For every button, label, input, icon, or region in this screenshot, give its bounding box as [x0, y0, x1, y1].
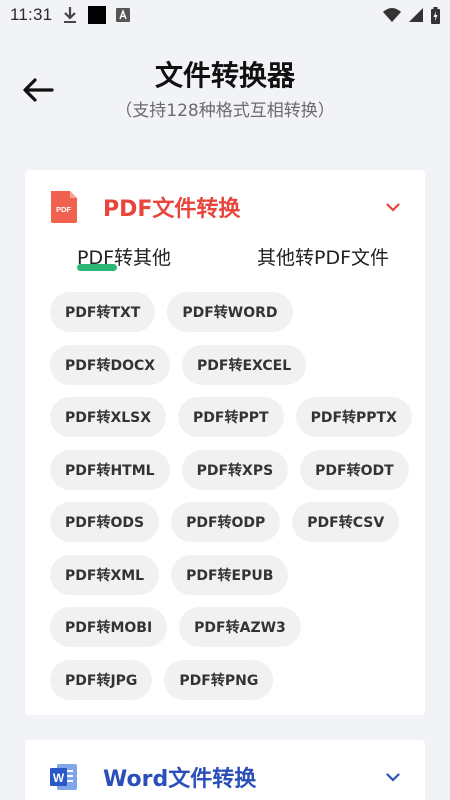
pdf-file-icon: PDF: [51, 191, 77, 223]
tab-pdf-to-other[interactable]: PDF转其他: [77, 244, 171, 284]
format-chip[interactable]: PDF转EPUB: [171, 554, 289, 595]
chip-row: PDF转XML PDF转EPUB: [50, 554, 410, 595]
word-conversion-card: W Word文件转换: [25, 740, 425, 800]
a-icon: [116, 8, 131, 22]
format-chip[interactable]: PDF转TXT: [50, 292, 156, 332]
pdf-section-title: PDF文件转换: [103, 197, 241, 222]
chip-row: PDF转DOCX PDF转EXCEL: [50, 344, 410, 385]
format-chip[interactable]: PDF转ODP: [171, 502, 281, 542]
format-chip[interactable]: PDF转XLSX: [50, 397, 167, 437]
format-chip[interactable]: PDF转WORD: [167, 292, 293, 332]
chip-row: PDF转TXT PDF转WORD: [50, 292, 410, 332]
format-chip[interactable]: PDF转DOCX: [50, 344, 171, 385]
format-chip[interactable]: PDF转XPS: [181, 449, 289, 490]
format-chip[interactable]: PDF转XML: [50, 554, 160, 595]
word-section-header[interactable]: W Word文件转换: [25, 740, 425, 800]
page-title: 文件转换器: [154, 59, 295, 92]
tab-other-to-pdf[interactable]: 其他转PDF文件: [257, 244, 389, 284]
black-square-icon: [88, 6, 107, 24]
format-chip[interactable]: PDF转PPT: [178, 397, 284, 437]
svg-text:W: W: [53, 771, 65, 785]
format-chip[interactable]: PDF转EXCEL: [182, 344, 307, 385]
chip-row: PDF转JPG PDF转PNG: [50, 659, 410, 700]
format-chip[interactable]: PDF转ODT: [300, 449, 409, 490]
header: 文件转换器 （支持128种格式互相转换）: [0, 30, 450, 140]
page-subtitle: （支持128种格式互相转换）: [115, 101, 335, 121]
format-chip[interactable]: PDF转HTML: [50, 449, 170, 490]
format-chip[interactable]: PDF转ODS: [50, 502, 160, 542]
format-chip[interactable]: PDF转PNG: [164, 659, 274, 700]
chevron-down-icon[interactable]: [383, 767, 403, 787]
chevron-down-icon[interactable]: [383, 197, 403, 217]
svg-text:PDF: PDF: [56, 205, 71, 214]
format-chip[interactable]: PDF转AZW3: [179, 607, 301, 647]
pdf-format-chips: PDF转TXT PDF转WORD PDF转DOCX PDF转EXCEL PDF转XLSX…: [50, 292, 412, 712]
chip-row: PDF转MOBI PDF转AZW3: [50, 607, 410, 647]
status-bar: 11:31: [0, 0, 450, 30]
status-left: 11:31: [10, 5, 131, 25]
battery-icon: [431, 6, 440, 24]
chip-row: PDF转HTML PDF转XPS PDF转ODT: [50, 449, 410, 490]
format-chip[interactable]: PDF转PPTX: [295, 397, 412, 437]
pdf-conversion-card: PDF PDF文件转换 PDF转其他 其他转PDF文件 PDF转TXT PDF转W…: [25, 170, 425, 715]
status-time: 11:31: [10, 5, 53, 24]
chip-row: PDF转XLSX PDF转PPT PDF转PPTX: [50, 397, 412, 437]
format-chip[interactable]: PDF转CSV: [292, 502, 400, 542]
format-chip[interactable]: PDF转JPG: [50, 659, 153, 700]
wifi-icon: [383, 7, 401, 23]
status-right: [383, 6, 440, 24]
download-icon: [62, 6, 78, 24]
word-section-title: Word文件转换: [103, 767, 257, 792]
pdf-tabs: PDF转其他 其他转PDF文件: [25, 244, 425, 284]
chip-row: PDF转ODS PDF转ODP PDF转CSV: [50, 502, 410, 542]
format-chip[interactable]: PDF转MOBI: [50, 607, 168, 647]
signal-icon: [409, 7, 423, 23]
pdf-section-header[interactable]: PDF PDF文件转换: [25, 170, 425, 244]
word-file-icon: W: [50, 764, 77, 790]
